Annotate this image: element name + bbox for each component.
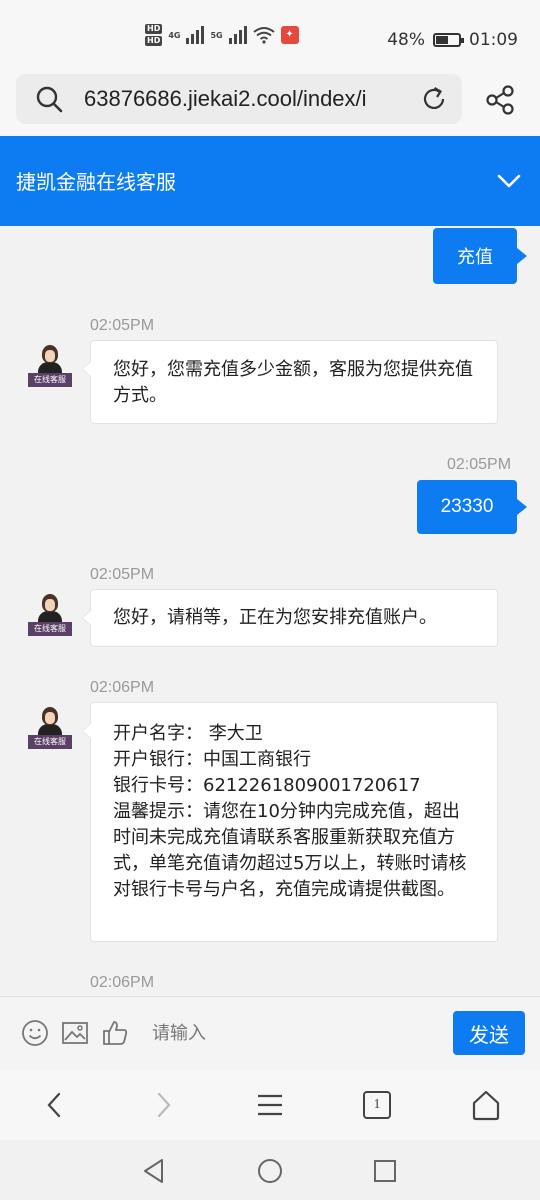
page-title: 捷凯金融在线客服 [16,170,176,194]
tip-text: 温馨提示：请您在10分钟内完成充值，超出时间未完成充值请联系客服重新获取充值方式… [113,801,467,900]
system-home-icon[interactable] [257,1158,283,1184]
browser-nav-bar: 1 [0,1070,540,1140]
forward-icon[interactable] [148,1090,178,1120]
url-text[interactable]: 63876686.jiekai2.cool/index/i [84,86,404,112]
notification-app-icon: ✦ [280,26,299,44]
image-icon[interactable] [60,1018,90,1048]
message-bubble-agent[interactable]: 您好，您需充值多少金额，客服为您提供充值方式。 [82,340,498,424]
message-time: 02:05PM [447,456,512,473]
signal-icon [186,26,205,44]
composer: 发送 [0,996,540,1070]
thumbs-up-icon[interactable] [100,1018,130,1048]
reload-icon[interactable] [420,85,448,113]
avatar-label: 在线客服 [28,622,72,636]
emoji-icon[interactable] [20,1018,50,1048]
message-text: 23330 [440,496,494,517]
system-recents-icon[interactable] [373,1159,397,1183]
chat-header: 捷凯金融在线客服 [0,136,540,226]
message-text: 您好，请稍等，正在为您安排充值账户。 [113,607,437,628]
message-time: 02:06PM [90,974,155,991]
message-time: 02:05PM [90,317,155,334]
system-nav-bar [0,1140,540,1200]
avatar: 在线客服 [28,345,72,389]
message-bubble-agent[interactable]: 开户名字： 李大卫 开户银行：中国工商银行 银行卡号：6212261809001… [82,702,498,942]
message-time: 02:05PM [90,566,155,583]
message-time: 02:06PM [90,679,155,696]
battery-percent: 48% [387,30,425,50]
message-bubble-user[interactable]: 23330 [417,480,527,534]
chevron-down-icon[interactable] [496,168,522,194]
hd-icon: HD HD [145,24,163,46]
avatar: 在线客服 [28,594,72,638]
bank-name-line: 开户银行：中国工商银行 [113,749,311,770]
browser-toolbar: 63876686.jiekai2.cool/index/i [0,72,540,136]
send-button[interactable]: 发送 [453,1011,525,1055]
avatar-label: 在线客服 [28,735,72,749]
battery-level [436,36,448,44]
message-list[interactable]: 充值 02:05PM 在线客服 您好，您需充值多少金额，客服为您提供充值方式。 … [0,226,540,996]
message-bubble-agent[interactable]: 您好，请稍等，正在为您安排充值账户。 [82,589,498,647]
avatar-label: 在线客服 [28,373,72,387]
account-name-line: 开户名字： 李大卫 [113,723,263,744]
message-text: 充值 [457,247,493,268]
clock: 01:09 [469,30,518,50]
wifi-icon [253,27,275,44]
card-number-line: 银行卡号：6212261809001720617 [113,775,421,796]
message-text: 您好，您需充值多少金额，客服为您提供充值方式。 [113,359,473,406]
network-type-2: 5G [210,30,223,40]
search-icon[interactable] [34,84,64,114]
status-bar: HD HD 4G 5G ✦ 48% 01:09 [0,0,540,72]
address-bar[interactable]: 63876686.jiekai2.cool/index/i [16,74,462,124]
tab-count: 1 [373,1097,381,1112]
signal-icon-2 [228,26,247,44]
tabs-icon[interactable]: 1 [363,1091,391,1119]
avatar: 在线客服 [28,707,72,751]
network-type-1: 4G [168,30,181,40]
message-input[interactable] [138,1011,438,1055]
battery-icon [433,33,464,47]
share-icon[interactable] [484,84,516,116]
menu-icon[interactable] [255,1090,285,1120]
status-indicators: HD HD 4G 5G ✦ [145,24,299,46]
back-icon[interactable] [40,1090,70,1120]
message-bubble-user[interactable]: 充值 [433,228,527,284]
system-back-icon[interactable] [142,1158,166,1184]
home-icon[interactable] [470,1089,502,1121]
